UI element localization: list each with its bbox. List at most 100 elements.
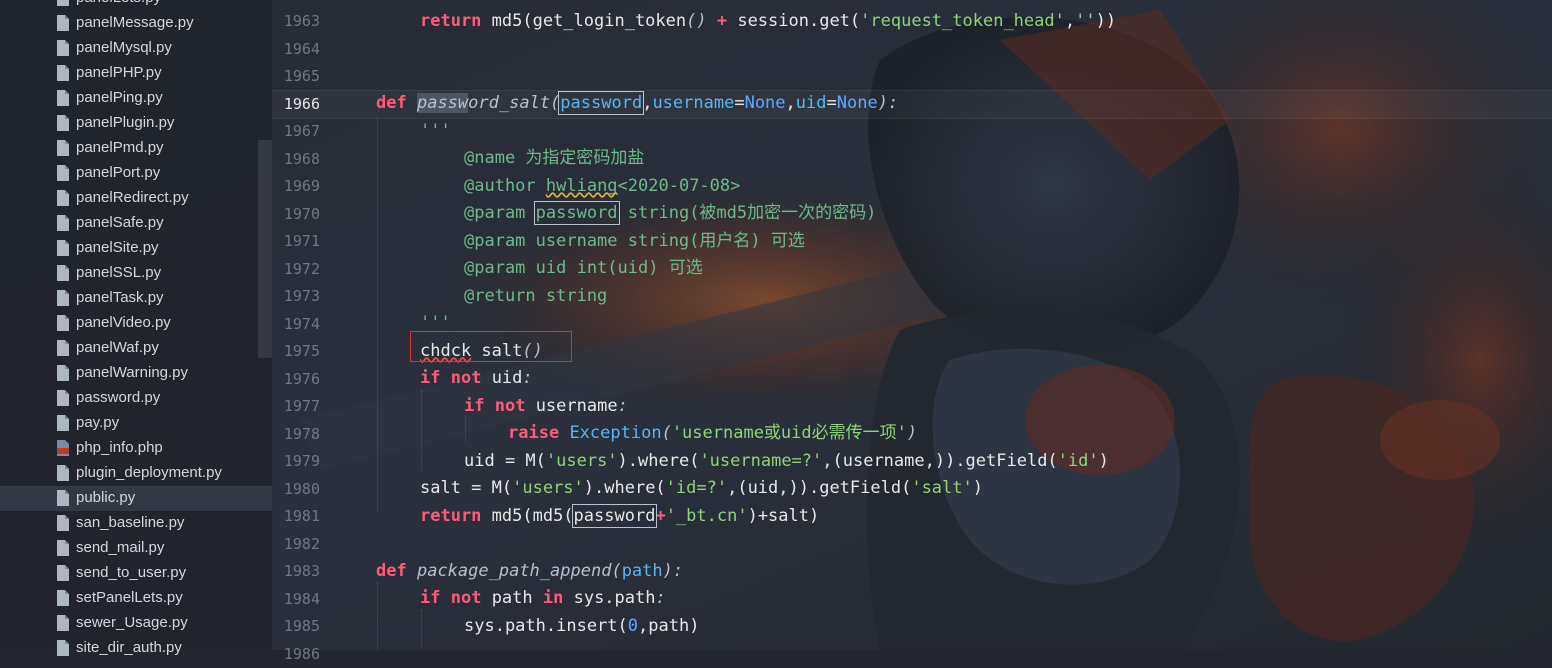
python-file-icon bbox=[57, 490, 69, 506]
code-text: md5(md5( bbox=[481, 506, 574, 526]
code-text: salt = M( bbox=[420, 478, 513, 498]
string-literal: 'id' bbox=[1057, 451, 1099, 471]
file-name: password.py bbox=[76, 389, 161, 406]
code-text: path bbox=[481, 588, 543, 608]
constant: None bbox=[836, 93, 878, 113]
code-line-1978[interactable]: raise Exception('username或uid必需传一项') bbox=[508, 420, 917, 447]
function-name: ord_salt bbox=[468, 93, 551, 113]
file-item[interactable]: password.py bbox=[0, 386, 272, 411]
string-literal: '' bbox=[1075, 11, 1096, 31]
file-item[interactable]: public.py bbox=[0, 486, 272, 511]
indent-guide bbox=[465, 417, 466, 442]
code-text: ).where( bbox=[583, 478, 666, 498]
code-line-1976[interactable]: if not uid: bbox=[420, 365, 533, 392]
code-text: , bbox=[1064, 11, 1076, 31]
file-name: pay.py bbox=[76, 414, 120, 431]
file-item[interactable]: panelSite.py bbox=[0, 236, 272, 261]
code-line-1972[interactable]: @param uid int(uid) 可选 bbox=[464, 255, 703, 282]
file-item[interactable]: panelPlugin.py bbox=[0, 111, 272, 136]
file-item[interactable]: plugin_deployment.py bbox=[0, 461, 272, 486]
file-item[interactable]: panelMessage.py bbox=[0, 11, 272, 36]
file-name: panelPlugin.py bbox=[76, 114, 175, 131]
python-file-icon bbox=[57, 115, 69, 131]
file-item[interactable]: san_baseline.py bbox=[0, 511, 272, 536]
file-item[interactable]: panelPing.py bbox=[0, 86, 272, 111]
code-line-1977[interactable]: if not username: bbox=[464, 393, 628, 420]
line-number: 1975 bbox=[283, 342, 320, 360]
code-line-1966[interactable]: def password_salt(password,username=None… bbox=[376, 90, 898, 117]
keyword: in bbox=[542, 588, 564, 608]
code-text: ( bbox=[611, 561, 622, 581]
code-text: ,(uid,)).getField( bbox=[727, 478, 912, 498]
code-text: ) bbox=[972, 478, 983, 498]
parameter: path bbox=[621, 561, 663, 581]
code-line-1963[interactable]: return md5(get_login_token() + session.g… bbox=[420, 8, 1116, 35]
line-number: 1979 bbox=[283, 452, 320, 470]
code-line-1984[interactable]: if not path in sys.path: bbox=[420, 585, 666, 612]
code-line-1967[interactable]: ''' bbox=[420, 118, 451, 145]
file-name: panelRedirect.py bbox=[76, 189, 189, 206]
python-file-icon bbox=[57, 140, 69, 156]
line-number: 1969 bbox=[283, 177, 320, 195]
file-item[interactable]: panelTask.py bbox=[0, 286, 272, 311]
line-number: 1968 bbox=[283, 150, 320, 168]
file-item[interactable]: send_to_user.py bbox=[0, 561, 272, 586]
parameter: uid bbox=[795, 93, 827, 113]
file-item[interactable]: panelWaf.py bbox=[0, 336, 272, 361]
code-line-1983[interactable]: def package_path_append(path): bbox=[376, 558, 683, 585]
string-literal: 'username或uid必需传一项' bbox=[671, 423, 907, 443]
code-text: uid = M( bbox=[464, 451, 546, 471]
code-line-1981[interactable]: return md5(md5(password+'_bt.cn')+salt) bbox=[420, 503, 819, 530]
line-number: 1984 bbox=[283, 590, 320, 608]
code-line-1973[interactable]: @return string bbox=[464, 283, 607, 310]
file-item[interactable]: panelPHP.py bbox=[0, 61, 272, 86]
code-text: <2020-07-08> bbox=[617, 176, 741, 196]
python-file-icon bbox=[57, 190, 69, 206]
function-name: package_path_append bbox=[416, 561, 612, 581]
file-item[interactable]: panelPort.py bbox=[0, 161, 272, 186]
code-line-1971[interactable]: @param username string(用户名) 可选 bbox=[464, 228, 805, 255]
file-name: panelWarning.py bbox=[76, 364, 189, 381]
code-line-1980[interactable]: salt = M('users').where('id=?',(uid,)).g… bbox=[420, 475, 983, 502]
file-item[interactable]: send_mail.py bbox=[0, 536, 272, 561]
constant: None bbox=[744, 93, 786, 113]
line-number: 1965 bbox=[283, 67, 320, 85]
file-item[interactable]: panelWarning.py bbox=[0, 361, 272, 386]
parameter: username bbox=[652, 93, 735, 113]
file-item[interactable]: panelSafe.py bbox=[0, 211, 272, 236]
python-file-icon bbox=[57, 415, 69, 431]
line-number: 1963 bbox=[283, 12, 320, 30]
file-item[interactable]: panelPmd.py bbox=[0, 136, 272, 161]
file-item[interactable]: site_dir_auth.py bbox=[0, 636, 272, 661]
line-number: 1980 bbox=[283, 480, 320, 498]
spellcheck-word: hwliang bbox=[545, 176, 618, 196]
file-item[interactable]: panelRedirect.py bbox=[0, 186, 272, 211]
file-name: php_info.php bbox=[76, 439, 163, 456]
file-item[interactable]: panelLets.py bbox=[0, 0, 272, 11]
file-item[interactable]: panelSSL.py bbox=[0, 261, 272, 286]
file-item[interactable]: panelVideo.py bbox=[0, 311, 272, 336]
file-item[interactable]: php_info.php bbox=[0, 436, 272, 461]
keyword: def bbox=[376, 561, 407, 581]
code-line-1979[interactable]: uid = M('users').where('username=?',(use… bbox=[464, 448, 1109, 475]
code-text: ) bbox=[906, 423, 918, 443]
code-line-1970[interactable]: @param password string(被md5加密一次的密码) bbox=[464, 200, 876, 227]
code-line-1985[interactable]: sys.path.insert(0,path) bbox=[464, 613, 699, 640]
file-name: panelSSL.py bbox=[76, 264, 162, 281]
file-item[interactable]: pay.py bbox=[0, 411, 272, 436]
code-text: , bbox=[642, 93, 653, 113]
line-number: 1964 bbox=[283, 40, 320, 58]
string-literal: 'request_token_head' bbox=[860, 11, 1065, 31]
file-item[interactable]: setPanelLets.py bbox=[0, 586, 272, 611]
file-item[interactable]: sewer_Usage.py bbox=[0, 611, 272, 636]
code-text: @author bbox=[464, 176, 546, 196]
keyword: raise bbox=[508, 423, 560, 443]
file-item[interactable]: panelMysql.py bbox=[0, 36, 272, 61]
code-text: ).where( bbox=[617, 451, 700, 471]
indent-guide bbox=[377, 582, 378, 650]
code-line-1969[interactable]: @author hwliang<2020-07-08> bbox=[464, 173, 740, 200]
python-file-icon bbox=[57, 640, 69, 656]
line-number: 1967 bbox=[283, 122, 320, 140]
code-line-1968[interactable]: @name 为指定密码加盐 bbox=[464, 145, 644, 172]
string-literal: 'users' bbox=[545, 451, 618, 471]
